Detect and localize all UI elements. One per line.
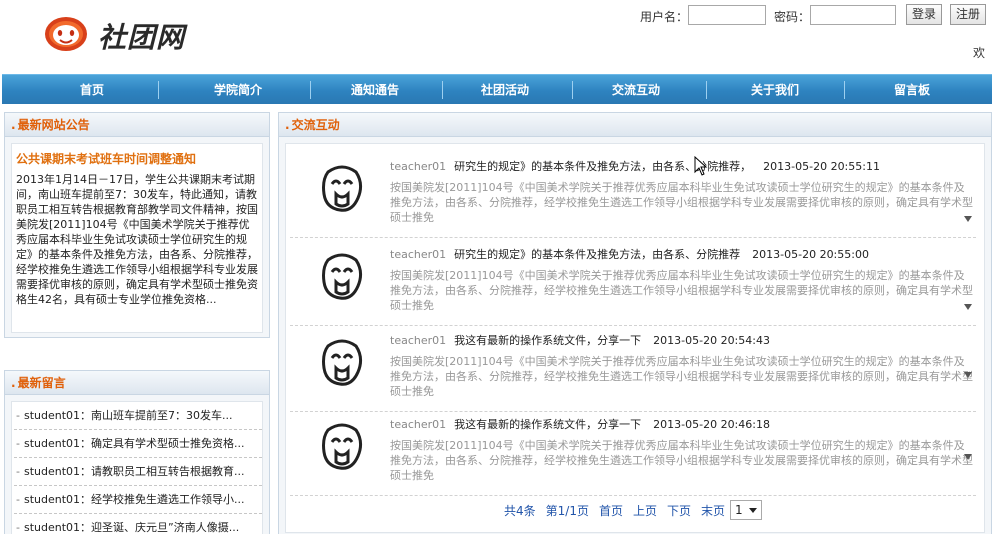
post-author[interactable]: teacher01 <box>390 418 446 431</box>
login-button[interactable]: 登录 <box>906 4 942 25</box>
post-title[interactable]: 我这有最新的操作系统文件，分享一下 <box>454 334 641 347</box>
avatar-icon[interactable] <box>318 338 366 390</box>
pager-page-info: 第1/1页 <box>545 504 589 518</box>
message-item-text: student01：南山班车提前至7：30发车... <box>23 409 233 422</box>
post-body: 按国美院发[2011]104号《中国美术学院关于推荐优秀应届本科毕业生免试攻读硕… <box>390 269 973 312</box>
nav-item-notices[interactable]: 通知通告 <box>312 75 438 105</box>
site-logo[interactable]: 社团网 <box>44 12 214 56</box>
post-time: 2013-05-20 20:54:43 <box>653 334 770 347</box>
messages-panel-title: 最新留言 <box>17 376 66 390</box>
post-header: teacher01 研究生的规定》的基本条件及推免方法，由各系、分院推荐 2013-… <box>390 246 869 262</box>
expand-arrow-icon[interactable] <box>964 304 972 310</box>
message-item[interactable]: - student01：南山班车提前至7：30发车... <box>14 402 262 430</box>
site-header: 社团网 用户名： 密码： 登录 注册 欢 <box>0 0 994 74</box>
nav-item-club-activities[interactable]: 社团活动 <box>442 75 568 105</box>
logo-text: 社团网 <box>98 21 186 54</box>
nav-item-college-intro[interactable]: 学院简介 <box>170 75 306 105</box>
expand-arrow-icon[interactable] <box>964 454 972 460</box>
exchange-panel-title: 交流互动 <box>291 118 340 132</box>
post-body: 按国美院发[2011]104号《中国美术学院关于推荐优秀应届本科毕业生免试攻读硕… <box>390 355 973 398</box>
post-item: teacher01 我这有最新的操作系统文件，分享一下 2013-05-20 20:… <box>290 326 976 412</box>
post-time: 2013-05-20 20:46:18 <box>653 418 770 431</box>
notice-body-text: 2013年1月14日－17日，学生公共课期末考试期间，南山班车提前至7：30发车… <box>16 173 258 306</box>
pager-total: 共4条 <box>504 504 536 518</box>
pager-next-link[interactable]: 下页 <box>667 504 691 518</box>
post-title[interactable]: 我这有最新的操作系统文件，分享一下 <box>454 418 641 431</box>
chevron-down-icon <box>749 508 757 513</box>
post-header: teacher01 我这有最新的操作系统文件，分享一下 2013-05-20 20:… <box>390 332 770 348</box>
nav-item-exchange[interactable]: 交流互动 <box>572 75 700 105</box>
pager-last-link[interactable]: 末页 <box>701 504 725 518</box>
list-bullet: - <box>16 493 20 506</box>
post-author[interactable]: teacher01 <box>390 160 446 173</box>
post-item: teacher01 研究生的规定》的基本条件及推免方法，由各系、分院推荐， 2013… <box>290 152 976 238</box>
post-body: 按国美院发[2011]104号《中国美术学院关于推荐优秀应届本科毕业生免试攻读硕… <box>390 181 973 224</box>
nav-item-home[interactable]: 首页 <box>32 75 152 105</box>
message-item-text: student01：迎圣诞、庆元旦”济南人像摄... <box>23 521 240 534</box>
username-input[interactable] <box>688 5 766 25</box>
post-header: teacher01 我这有最新的操作系统文件，分享一下 2013-05-20 20:… <box>390 416 770 432</box>
page-select-value: 1 <box>735 503 743 517</box>
message-item[interactable]: - student01：确定具有学术型硕士推免资格... <box>14 430 262 458</box>
message-item-text: student01：请教职员工相互转告根据教育... <box>23 465 245 478</box>
expand-arrow-icon[interactable] <box>964 216 972 222</box>
avatar-icon[interactable] <box>318 422 366 474</box>
nav-divider <box>706 81 707 99</box>
exchange-panel-header: . 交流互动 <box>279 113 991 137</box>
avatar-icon[interactable] <box>318 252 366 304</box>
page-select[interactable]: 1 <box>730 500 762 520</box>
list-bullet: - <box>16 409 20 422</box>
pagination: 共4条 第1/1页 首页 上页 下页 末页 <box>504 502 735 519</box>
list-bullet: - <box>16 437 20 450</box>
password-label: 密码： <box>774 10 811 24</box>
nav-divider <box>844 81 845 99</box>
panel-title-bullet: . <box>11 376 16 390</box>
pager-prev-link[interactable]: 上页 <box>633 504 657 518</box>
message-item-text: student01：确定具有学术型硕士推免资格... <box>23 437 245 450</box>
post-author[interactable]: teacher01 <box>390 334 446 347</box>
nav-item-about[interactable]: 关于我们 <box>710 75 840 105</box>
nav-item-guestbook[interactable]: 留言板 <box>850 75 974 105</box>
mouse-cursor-icon <box>694 156 708 176</box>
password-input[interactable] <box>810 5 896 25</box>
avatar-icon[interactable] <box>318 164 366 216</box>
pager-first-link[interactable]: 首页 <box>599 504 623 518</box>
nav-divider <box>310 81 311 99</box>
post-author[interactable]: teacher01 <box>390 248 446 261</box>
post-item: teacher01 我这有最新的操作系统文件，分享一下 2013-05-20 20:… <box>290 410 976 496</box>
post-title[interactable]: 研究生的规定》的基本条件及推免方法，由各系、分院推荐 <box>454 248 740 261</box>
welcome-text: 欢 <box>973 46 986 60</box>
message-item-text: student01：经学校推免生遴选工作领导小... <box>23 493 245 506</box>
messages-list: - student01：南山班车提前至7：30发车... - student01：确… <box>14 402 262 534</box>
notice-panel-header: . 最新网站公告 <box>5 113 269 137</box>
message-item[interactable]: - student01：请教职员工相互转告根据教育... <box>14 458 262 486</box>
post-body: 按国美院发[2011]104号《中国美术学院关于推荐优秀应届本科毕业生免试攻读硕… <box>390 439 973 482</box>
post-header: teacher01 研究生的规定》的基本条件及推免方法，由各系、分院推荐， 2013… <box>390 158 880 174</box>
messages-panel-header: . 最新留言 <box>5 371 269 395</box>
post-time: 2013-05-20 20:55:11 <box>763 160 880 173</box>
panel-title-bullet: . <box>285 118 290 132</box>
logo-face-icon <box>45 17 87 51</box>
username-label: 用户名： <box>640 10 689 24</box>
message-item[interactable]: - student01：经学校推免生遴选工作领导小... <box>14 486 262 514</box>
post-time: 2013-05-20 20:55:00 <box>752 248 869 261</box>
main-nav: 首页 学院简介 通知通告 社团活动 交流互动 关于我们 留言板 <box>2 74 992 104</box>
register-button[interactable]: 注册 <box>950 4 986 25</box>
list-bullet: - <box>16 465 20 478</box>
notice-panel-title: 最新网站公告 <box>17 118 90 132</box>
expand-arrow-icon[interactable] <box>964 372 972 378</box>
message-item[interactable]: - student01：迎圣诞、庆元旦”济南人像摄... <box>14 514 262 534</box>
notice-headline-link[interactable]: 公共课期末考试班车时间调整通知 <box>16 150 196 167</box>
list-bullet: - <box>16 521 20 534</box>
panel-title-bullet: . <box>11 118 16 132</box>
nav-divider <box>158 81 159 99</box>
post-item: teacher01 研究生的规定》的基本条件及推免方法，由各系、分院推荐 2013-… <box>290 240 976 326</box>
